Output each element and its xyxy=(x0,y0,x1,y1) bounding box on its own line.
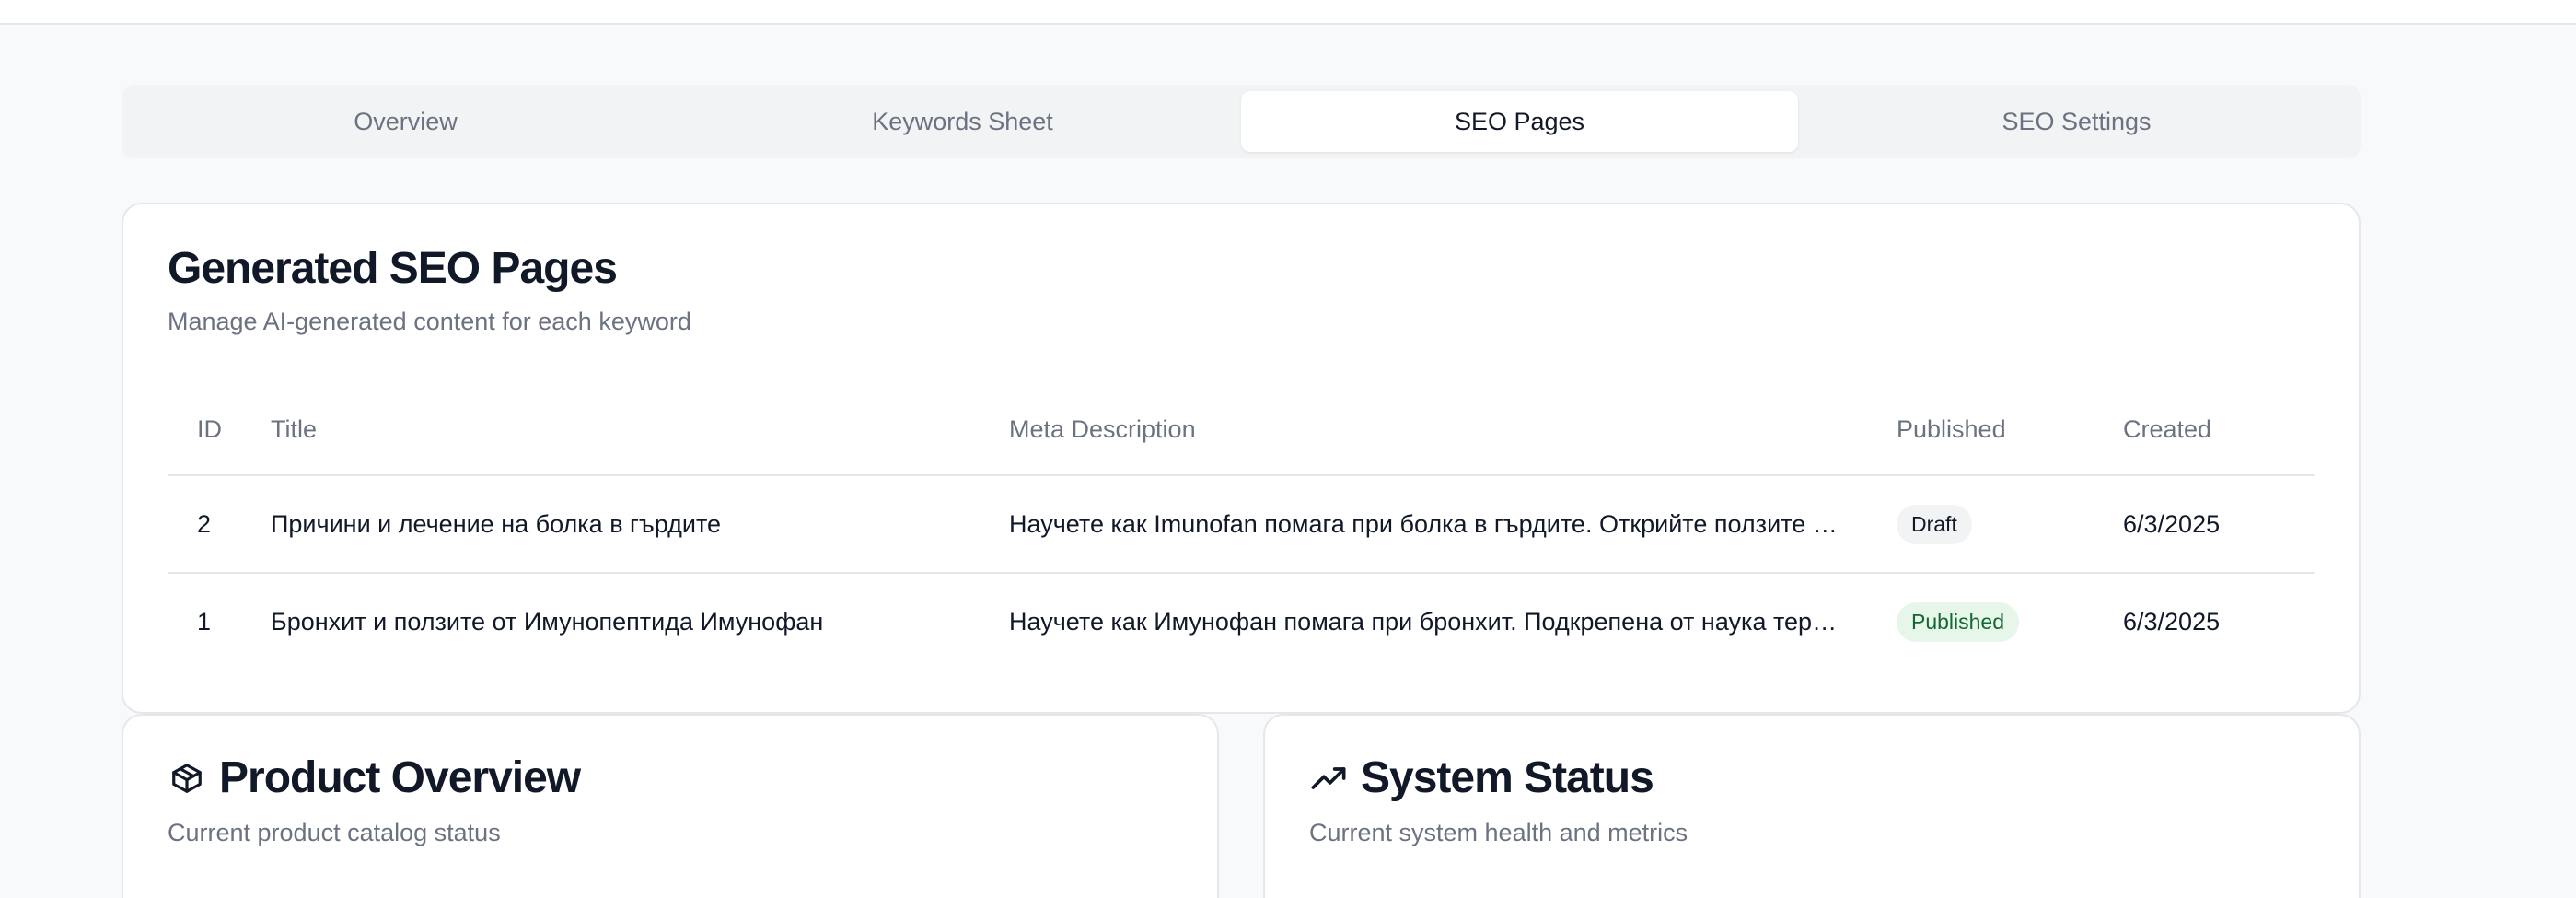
table-row[interactable]: 2 Причини и лечение на болка в гърдите Н… xyxy=(168,475,2315,574)
seo-pages-card: Generated SEO Pages Manage AI-generated … xyxy=(122,203,2361,714)
product-overview-title: Product Overview xyxy=(219,753,581,802)
status-badge: Draft xyxy=(1897,504,1972,544)
product-overview-card: Product Overview Current product catalog… xyxy=(122,714,1219,898)
row-meta-cell: Научете как Имунофан помага при бронхит.… xyxy=(1009,573,1897,671)
card-title: Generated SEO Pages xyxy=(168,244,618,293)
top-bar xyxy=(0,0,2576,25)
tab-seo-pages[interactable]: SEO Pages xyxy=(1241,91,1798,152)
row-meta-cell: Научете как Imunofan помага при болка в … xyxy=(1009,475,1897,574)
row-published-cell: Published xyxy=(1897,573,2123,671)
system-status-subtitle: Current system health and metrics xyxy=(1309,819,1688,846)
column-header-id[interactable]: ID xyxy=(168,385,271,476)
row-title: Причини и лечение на болка в гърдите xyxy=(271,475,1009,574)
column-header-meta-description[interactable]: Meta Description xyxy=(1009,385,1897,476)
table-header-row: ID Title Meta Description Published Crea… xyxy=(168,385,2315,476)
product-overview-subtitle: Current product catalog status xyxy=(168,819,501,846)
product-overview-header: Product Overview xyxy=(168,752,581,803)
system-status-title: System Status xyxy=(1361,753,1654,802)
column-header-created[interactable]: Created xyxy=(2123,385,2315,476)
tab-keywords-sheet[interactable]: Keywords Sheet xyxy=(684,91,1241,152)
system-status-header: System Status xyxy=(1309,752,1654,803)
row-title: Бронхит и ползите от Имунопептида Имуноф… xyxy=(271,608,824,636)
column-header-title[interactable]: Title xyxy=(271,385,1009,476)
card-subtitle: Manage AI-generated content for each key… xyxy=(168,308,691,335)
row-meta-description: Научете как Imunofan помага при болка в … xyxy=(1009,509,1838,538)
tab-overview[interactable]: Overview xyxy=(127,91,684,152)
row-id: 2 xyxy=(168,475,271,574)
package-icon xyxy=(168,759,206,798)
column-header-published[interactable]: Published xyxy=(1897,385,2123,476)
status-badge: Published xyxy=(1897,602,2020,642)
row-created: 6/3/2025 xyxy=(2123,475,2315,574)
row-created: 6/3/2025 xyxy=(2123,608,2221,636)
tab-list: Overview Keywords Sheet SEO Pages SEO Se… xyxy=(122,85,2361,158)
system-status-card: System Status Current system health and … xyxy=(1263,714,2361,898)
row-meta-description: Научете как Имунофан помага при бронхит.… xyxy=(1009,608,1838,636)
seo-pages-table: ID Title Meta Description Published Crea… xyxy=(168,385,2315,671)
table-row[interactable]: 1 Бронхит и ползите от Имунопептида Имун… xyxy=(168,573,2315,671)
row-id: 1 xyxy=(197,608,212,636)
row-published-cell: Draft xyxy=(1897,475,2123,574)
tab-seo-settings[interactable]: SEO Settings xyxy=(1798,91,2355,152)
trending-up-icon xyxy=(1309,759,1348,798)
